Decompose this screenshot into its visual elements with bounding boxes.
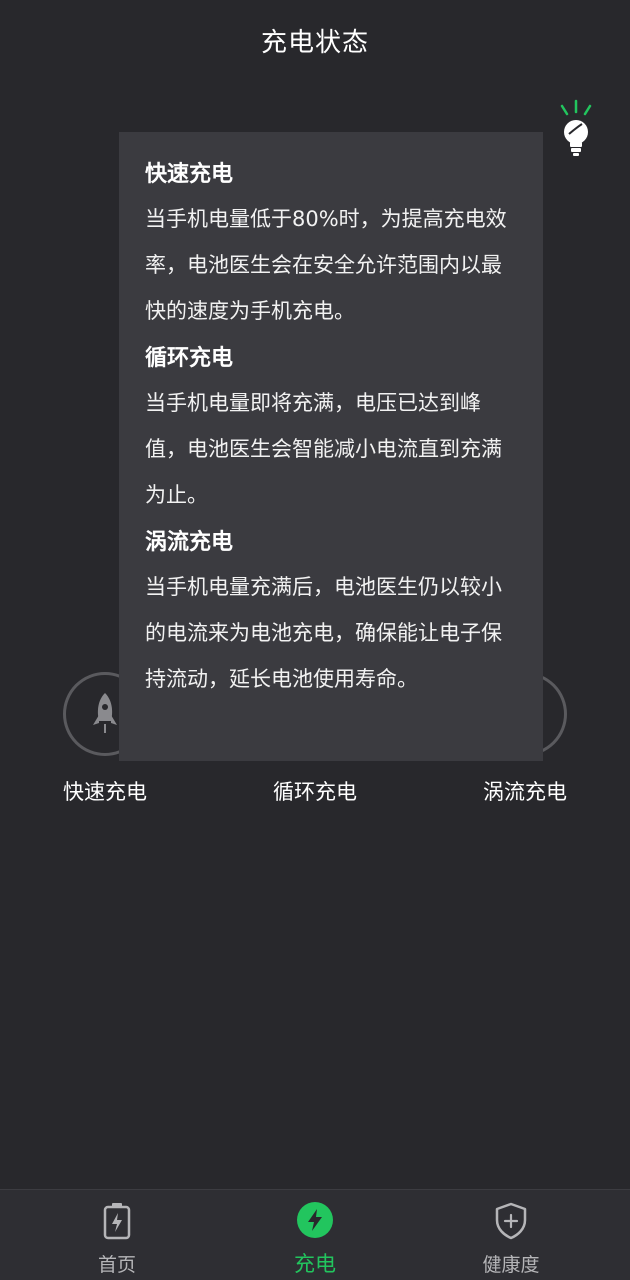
page-title: 充电状态 [260,28,369,58]
popup-cycle-title: 循环充电 [145,346,234,371]
bottom-nav: 首页 充电 健康度 [0,1189,630,1280]
cycle-charge-label: 循环充电 [273,780,357,804]
nav-item-health[interactable]: 健康度 [406,1190,616,1280]
fast-charge-label: 快速充电 [63,780,147,804]
nav-label-health: 健康度 [482,1254,540,1276]
popup-fast-text: 当手机电量低于80%时，为提高充电效率，电池医生会在安全允许范围内以最快的速度为… [145,207,507,323]
trickle-charge-label: 涡流充电 [483,780,567,804]
charging-status-screen: 充电状态 快速充电 循环充电 涡流充电 快速充电 当手机电量低于80%时，为提高… [0,0,630,1280]
popup-fast-title: 快速充电 [145,162,234,187]
charging-modes-tip-popup[interactable]: 快速充电 当手机电量低于80%时，为提高充电效率，电池医生会在安全允许范围内以最… [119,132,543,761]
nav-label-home: 首页 [97,1254,136,1276]
nav-item-charge[interactable]: 充电 [210,1190,420,1280]
popup-trickle-text: 当手机电量充满后，电池医生仍以较小的电流来为电池充电，确保能让电子保持流动，延长… [145,575,502,691]
nav-item-home[interactable]: 首页 [12,1190,222,1280]
popup-cycle-text: 当手机电量即将充满，电压已达到峰值，电池医生会智能减小电流直到充满为止。 [145,391,502,507]
shield-icon [495,1202,527,1240]
popup-trickle-title: 涡流充电 [145,530,234,555]
tips-bulb-icon[interactable] [556,98,596,162]
battery-icon [103,1203,131,1240]
charge-icon [297,1202,333,1238]
nav-label-charge: 充电 [294,1252,336,1276]
